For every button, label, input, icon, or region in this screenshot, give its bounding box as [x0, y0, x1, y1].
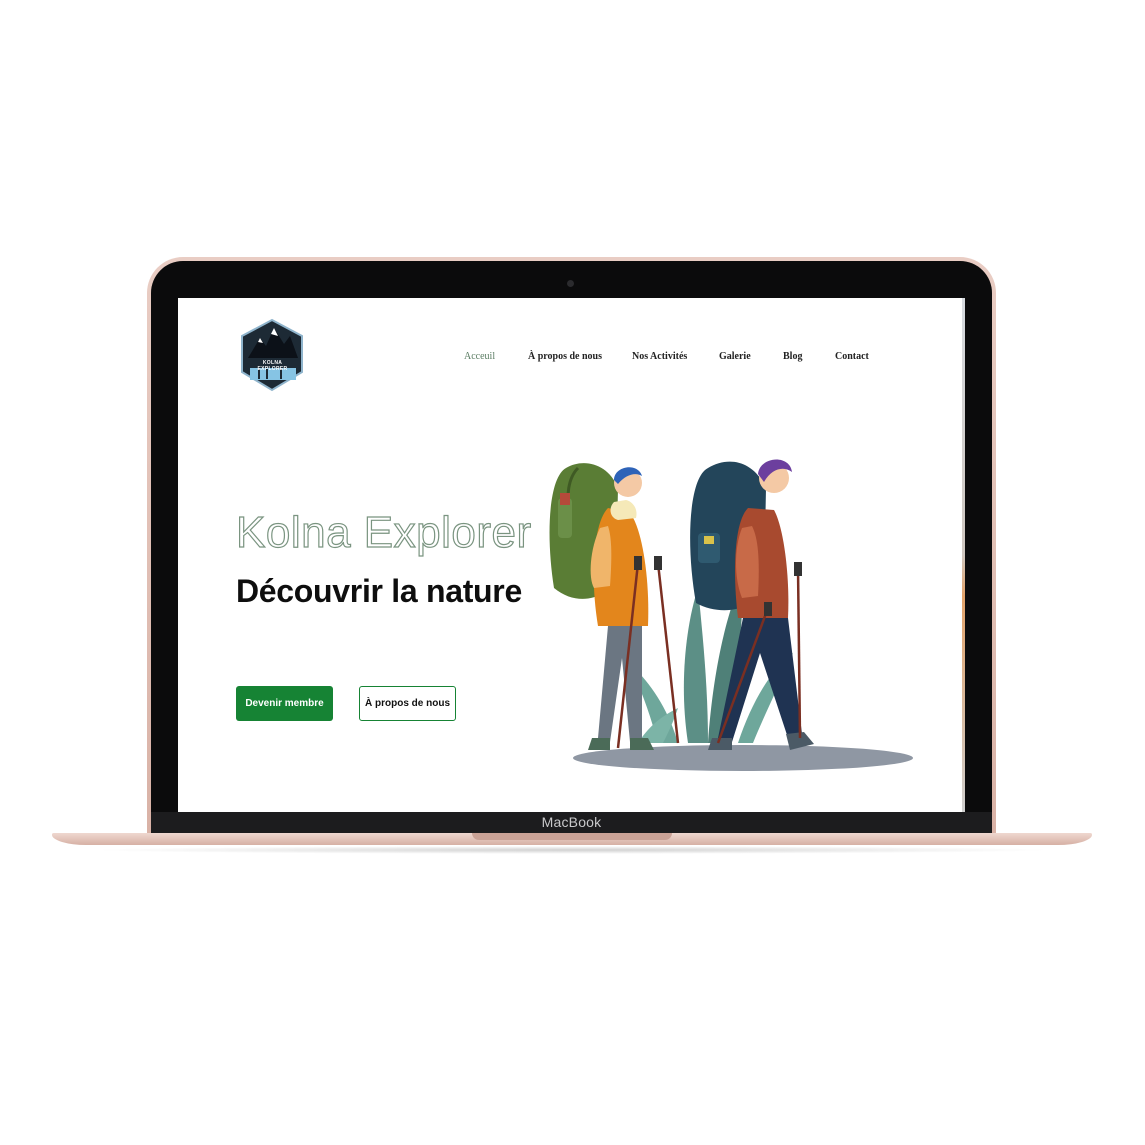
website-screen: KOLNA EXPLORER Acceuil À propos de nous …: [178, 298, 964, 812]
device-brand-label: MacBook: [541, 814, 602, 830]
about-button[interactable]: À propos de nous: [359, 686, 456, 721]
camera-icon: [567, 280, 574, 287]
nav-item-blog[interactable]: Blog: [783, 351, 802, 362]
screen-edge-reflection: [962, 298, 965, 812]
nav-item-acceuil[interactable]: Acceuil: [464, 351, 495, 362]
nav-item-galerie[interactable]: Galerie: [719, 351, 751, 362]
nav-item-activites[interactable]: Nos Activités: [632, 351, 687, 362]
nav-item-a-propos[interactable]: À propos de nous: [528, 351, 602, 362]
laptop-mockup: MacBook KOLNA EXPLORER Acceuil À propos …: [0, 0, 1145, 1145]
hikers-illustration: [549, 459, 913, 771]
join-button[interactable]: Devenir membre: [236, 686, 333, 721]
main-nav: Acceuil À propos de nous Nos Activités G…: [178, 351, 964, 371]
laptop-notch: [472, 833, 672, 840]
hiker-2: [690, 459, 814, 750]
hero-title: Kolna Explorer: [235, 507, 532, 557]
nav-item-contact[interactable]: Contact: [835, 351, 869, 362]
hero-subtitle: Découvrir la nature: [236, 573, 522, 609]
laptop-shadow: [90, 846, 1055, 854]
